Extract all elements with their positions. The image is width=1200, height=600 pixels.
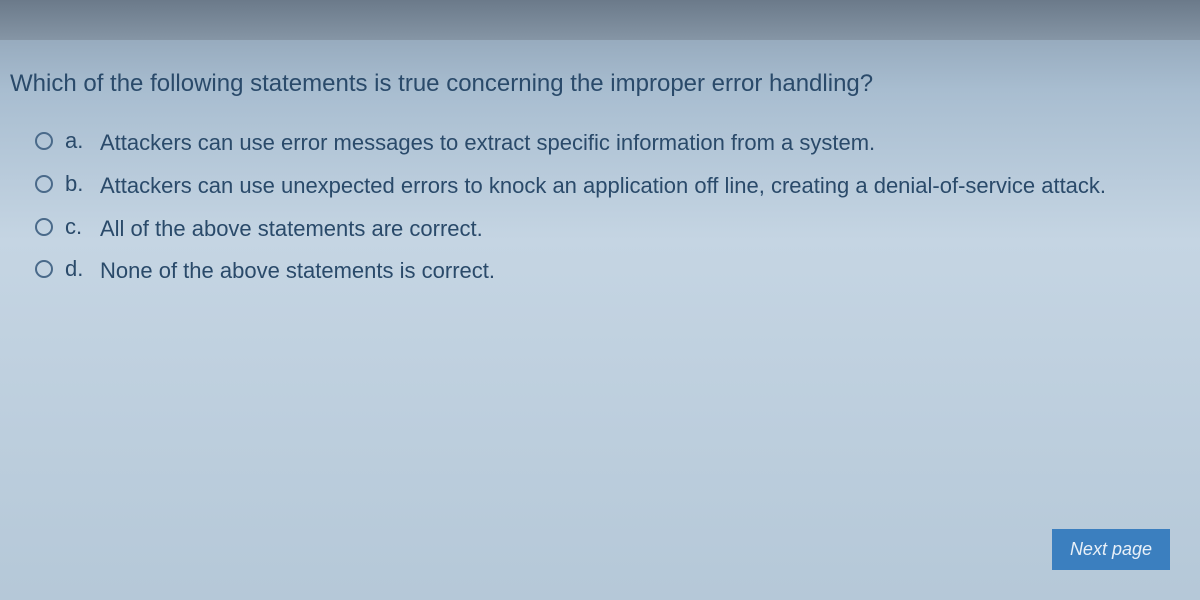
option-text-b: Attackers can use unexpected errors to k… (100, 171, 1126, 202)
option-text-a: Attackers can use error messages to extr… (100, 128, 895, 159)
next-page-button[interactable]: Next page (1052, 529, 1170, 570)
top-bar (0, 0, 1200, 40)
question-text: Which of the following statements is tru… (10, 70, 1190, 98)
radio-a[interactable] (35, 132, 53, 150)
option-letter-a: a. (65, 128, 100, 154)
radio-d[interactable] (35, 260, 53, 278)
radio-c[interactable] (35, 218, 53, 236)
option-d[interactable]: d. None of the above statements is corre… (35, 256, 1190, 287)
option-letter-d: d. (65, 256, 100, 282)
radio-b[interactable] (35, 175, 53, 193)
option-letter-c: c. (65, 214, 100, 240)
question-content: Which of the following statements is tru… (0, 40, 1200, 309)
options-container: a. Attackers can use error messages to e… (10, 128, 1190, 287)
option-a[interactable]: a. Attackers can use error messages to e… (35, 128, 1190, 159)
option-text-c: All of the above statements are correct. (100, 214, 503, 245)
option-c[interactable]: c. All of the above statements are corre… (35, 214, 1190, 245)
option-letter-b: b. (65, 171, 100, 197)
option-b[interactable]: b. Attackers can use unexpected errors t… (35, 171, 1190, 202)
button-container: Next page (1052, 529, 1170, 570)
option-text-d: None of the above statements is correct. (100, 256, 515, 287)
